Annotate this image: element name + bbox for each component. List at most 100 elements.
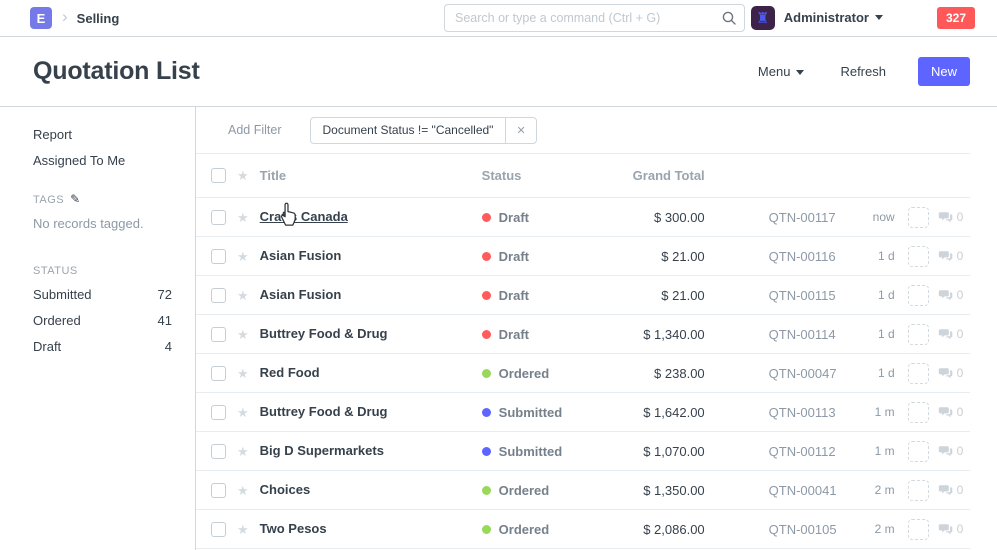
assignment-placeholder[interactable] xyxy=(908,246,929,267)
grand-total-value: $ 2,086.00 xyxy=(615,522,705,537)
star-icon[interactable]: ★ xyxy=(237,328,249,341)
select-all-checkbox[interactable] xyxy=(211,168,226,183)
comment-icon xyxy=(938,328,953,341)
table-row[interactable]: ★ Two Pesos Ordered $ 2,086.00 QTN-00105… xyxy=(196,510,970,549)
row-title-link[interactable]: Big D Supermarkets xyxy=(260,443,384,458)
table-row[interactable]: ★ Crafts Canada Draft $ 300.00 QTN-00117… xyxy=(196,198,970,237)
star-icon[interactable]: ★ xyxy=(237,406,249,419)
quotation-id-link[interactable]: QTN-00112 xyxy=(769,444,839,459)
comment-indicator: 0 xyxy=(938,249,964,263)
table-row[interactable]: ★ Asian Fusion Draft $ 21.00 QTN-00115 1… xyxy=(196,276,970,315)
star-icon[interactable]: ★ xyxy=(237,484,249,497)
row-checkbox[interactable] xyxy=(211,444,226,459)
list-sidebar: Report Assigned To Me TAGS✎ No records t… xyxy=(0,107,196,550)
star-icon[interactable]: ★ xyxy=(237,367,249,380)
comment-icon xyxy=(938,367,953,380)
row-checkbox[interactable] xyxy=(211,405,226,420)
refresh-button[interactable]: Refresh xyxy=(840,64,886,79)
row-checkbox[interactable] xyxy=(211,327,226,342)
row-title-link[interactable]: Red Food xyxy=(260,365,320,380)
list-header-row: ★ Title Status Grand Total xyxy=(196,154,970,198)
row-title-link[interactable]: Two Pesos xyxy=(260,521,327,536)
comment-icon xyxy=(938,250,953,263)
row-title-link[interactable]: Buttrey Food & Drug xyxy=(260,404,388,419)
assignment-placeholder[interactable] xyxy=(908,441,929,462)
sidebar-item-report[interactable]: Report xyxy=(33,127,171,142)
table-row[interactable]: ★ Buttrey Food & Drug Submitted $ 1,642.… xyxy=(196,393,970,432)
status-dot-icon xyxy=(482,369,491,378)
modified-time: now xyxy=(839,210,895,224)
comment-indicator: 0 xyxy=(938,366,964,380)
sidebar-status-draft[interactable]: Draft 4 xyxy=(33,339,172,354)
status-indicator: Ordered xyxy=(482,522,615,537)
user-avatar[interactable]: ♜ xyxy=(751,6,775,30)
assignment-placeholder[interactable] xyxy=(908,324,929,345)
app-logo[interactable]: E xyxy=(30,7,52,29)
table-row[interactable]: ★ Red Food Ordered $ 238.00 QTN-00047 1 … xyxy=(196,354,970,393)
row-checkbox[interactable] xyxy=(211,288,226,303)
quotation-id-link[interactable]: QTN-00117 xyxy=(769,210,839,225)
notification-badge[interactable]: 327 xyxy=(937,7,975,29)
assignment-placeholder[interactable] xyxy=(908,363,929,384)
quotation-id-link[interactable]: QTN-00114 xyxy=(769,327,839,342)
sidebar-item-assigned-to-me[interactable]: Assigned To Me xyxy=(33,153,171,168)
remove-filter-icon[interactable]: ✕ xyxy=(505,118,535,143)
table-row[interactable]: ★ Big D Supermarkets Submitted $ 1,070.0… xyxy=(196,432,970,471)
user-name: Administrator xyxy=(784,10,869,25)
modified-time: 1 m xyxy=(839,444,895,458)
row-checkbox[interactable] xyxy=(211,210,226,225)
search-input[interactable] xyxy=(444,4,745,32)
row-title-link[interactable]: Asian Fusion xyxy=(260,287,342,302)
comment-count: 0 xyxy=(957,444,964,458)
grand-total-value: $ 1,350.00 xyxy=(615,483,705,498)
row-title-link[interactable]: Buttrey Food & Drug xyxy=(260,326,388,341)
table-row[interactable]: ★ Buttrey Food & Drug Draft $ 1,340.00 Q… xyxy=(196,315,970,354)
row-title-link[interactable]: Asian Fusion xyxy=(260,248,342,263)
comment-icon xyxy=(938,484,953,497)
quotation-id-link[interactable]: QTN-00116 xyxy=(769,249,839,264)
row-checkbox[interactable] xyxy=(211,483,226,498)
breadcrumb[interactable]: Selling xyxy=(77,11,120,26)
star-icon[interactable]: ★ xyxy=(237,169,249,182)
status-dot-icon xyxy=(482,291,491,300)
comment-count: 0 xyxy=(957,327,964,341)
row-title-link[interactable]: Crafts Canada xyxy=(260,209,348,224)
tags-heading: TAGS✎ xyxy=(33,192,171,206)
table-row[interactable]: ★ Asian Fusion Draft $ 21.00 QTN-00116 1… xyxy=(196,237,970,276)
add-filter-button[interactable]: Add Filter xyxy=(228,123,282,137)
star-icon[interactable]: ★ xyxy=(237,289,249,302)
comment-indicator: 0 xyxy=(938,288,964,302)
comment-count: 0 xyxy=(957,366,964,380)
sidebar-status-submitted[interactable]: Submitted 72 xyxy=(33,287,172,302)
quotation-id-link[interactable]: QTN-00105 xyxy=(769,522,839,537)
sidebar-status-ordered[interactable]: Ordered 41 xyxy=(33,313,172,328)
grand-total-value: $ 300.00 xyxy=(615,210,705,225)
user-menu[interactable]: Administrator xyxy=(775,9,883,27)
assignment-placeholder[interactable] xyxy=(908,519,929,540)
menu-button[interactable]: Menu xyxy=(758,64,805,79)
assignment-placeholder[interactable] xyxy=(908,480,929,501)
row-checkbox[interactable] xyxy=(211,366,226,381)
modified-time: 2 m xyxy=(839,483,895,497)
row-checkbox[interactable] xyxy=(211,249,226,264)
status-count: 72 xyxy=(158,287,172,302)
filter-chip-label[interactable]: Document Status != "Cancelled" xyxy=(311,118,506,143)
assignment-placeholder[interactable] xyxy=(908,402,929,423)
grand-total-value: $ 1,070.00 xyxy=(615,444,705,459)
row-title-link[interactable]: Choices xyxy=(260,482,311,497)
star-icon[interactable]: ★ xyxy=(237,445,249,458)
quotation-id-link[interactable]: QTN-00041 xyxy=(769,483,839,498)
row-checkbox[interactable] xyxy=(211,522,226,537)
quotation-id-link[interactable]: QTN-00115 xyxy=(769,288,839,303)
quotation-id-link[interactable]: QTN-00047 xyxy=(769,366,839,381)
new-button[interactable]: New xyxy=(918,57,970,86)
assignment-placeholder[interactable] xyxy=(908,285,929,306)
assignment-placeholder[interactable] xyxy=(908,207,929,228)
table-row[interactable]: ★ Choices Ordered $ 1,350.00 QTN-00041 2… xyxy=(196,471,970,510)
chevron-down-icon xyxy=(875,15,883,20)
star-icon[interactable]: ★ xyxy=(237,211,249,224)
star-icon[interactable]: ★ xyxy=(237,523,249,536)
star-icon[interactable]: ★ xyxy=(237,250,249,263)
edit-tags-icon[interactable]: ✎ xyxy=(70,192,81,206)
quotation-id-link[interactable]: QTN-00113 xyxy=(769,405,839,420)
